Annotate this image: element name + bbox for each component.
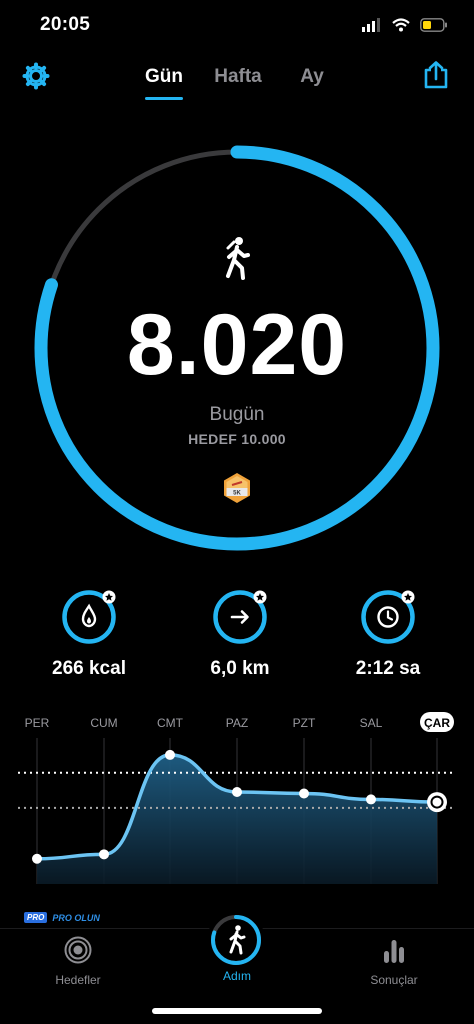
wifi-icon: [392, 18, 410, 32]
pro-tag: PRO: [24, 912, 48, 923]
duration-value: 2:12 sa: [355, 658, 421, 679]
nav-goals-label: Hedefler: [55, 973, 101, 987]
battery-icon: [420, 18, 447, 32]
walk-icon[interactable]: [206, 910, 266, 970]
nav-results-label: Sonuçlar: [370, 973, 418, 987]
nav-steps-label[interactable]: Adım: [200, 969, 274, 983]
day-label[interactable]: CMT: [157, 716, 184, 730]
badge-text: 5K: [233, 491, 241, 497]
day-label[interactable]: SAL: [360, 716, 383, 730]
tab-week[interactable]: Hafta: [210, 62, 266, 98]
active-tab-indicator: [145, 97, 183, 100]
day-label[interactable]: PER: [25, 716, 50, 730]
goal-label: HEDEF 10.000: [188, 431, 286, 447]
5k-badge-icon[interactable]: 5K: [221, 472, 253, 504]
home-indicator: [152, 1008, 322, 1014]
distance-value: 6,0 km: [210, 658, 270, 679]
step-count: 8.020: [126, 297, 348, 393]
nav-goals[interactable]: Hedefler: [23, 936, 133, 987]
data-point[interactable]: [232, 787, 242, 797]
weekly-steps-chart[interactable]: PER CUM CMT PAZ PZT SAL ÇAR: [0, 706, 474, 906]
data-point[interactable]: [32, 853, 42, 864]
clock-icon: [361, 590, 415, 644]
duration-stat[interactable]: 2:12 sa: [318, 588, 458, 680]
data-point[interactable]: [99, 849, 109, 860]
flame-icon: [62, 590, 116, 644]
day-label[interactable]: PZT: [293, 716, 316, 730]
day-label: Bugün: [209, 404, 265, 425]
data-point[interactable]: [366, 794, 376, 805]
go-pro-link[interactable]: PRO PRO OLUN: [24, 912, 100, 923]
bar-chart-icon: [384, 940, 404, 963]
arrow-right-icon: [213, 590, 267, 644]
data-point[interactable]: [165, 749, 175, 760]
calories-stat[interactable]: 266 kcal: [19, 588, 159, 680]
data-point[interactable]: [299, 788, 309, 799]
status-icons: [362, 14, 448, 36]
day-label[interactable]: CUM: [90, 716, 117, 730]
target-icon: [64, 936, 92, 964]
distance-stat[interactable]: 6,0 km: [170, 588, 310, 680]
walking-person-icon: [226, 237, 250, 280]
tab-day[interactable]: Gün: [143, 62, 185, 98]
share-icon[interactable]: [422, 60, 450, 90]
gear-icon[interactable]: [22, 62, 50, 90]
data-point[interactable]: [432, 797, 442, 807]
nav-results[interactable]: Sonuçlar: [339, 936, 449, 987]
day-label[interactable]: ÇAR: [424, 716, 450, 730]
pro-text: PRO OLUN: [52, 912, 100, 923]
status-time: 20:05: [40, 14, 91, 35]
signal-icon: [362, 18, 380, 32]
day-label[interactable]: PAZ: [226, 716, 248, 730]
calories-value: 266 kcal: [52, 658, 126, 679]
tab-month[interactable]: Ay: [297, 62, 327, 98]
